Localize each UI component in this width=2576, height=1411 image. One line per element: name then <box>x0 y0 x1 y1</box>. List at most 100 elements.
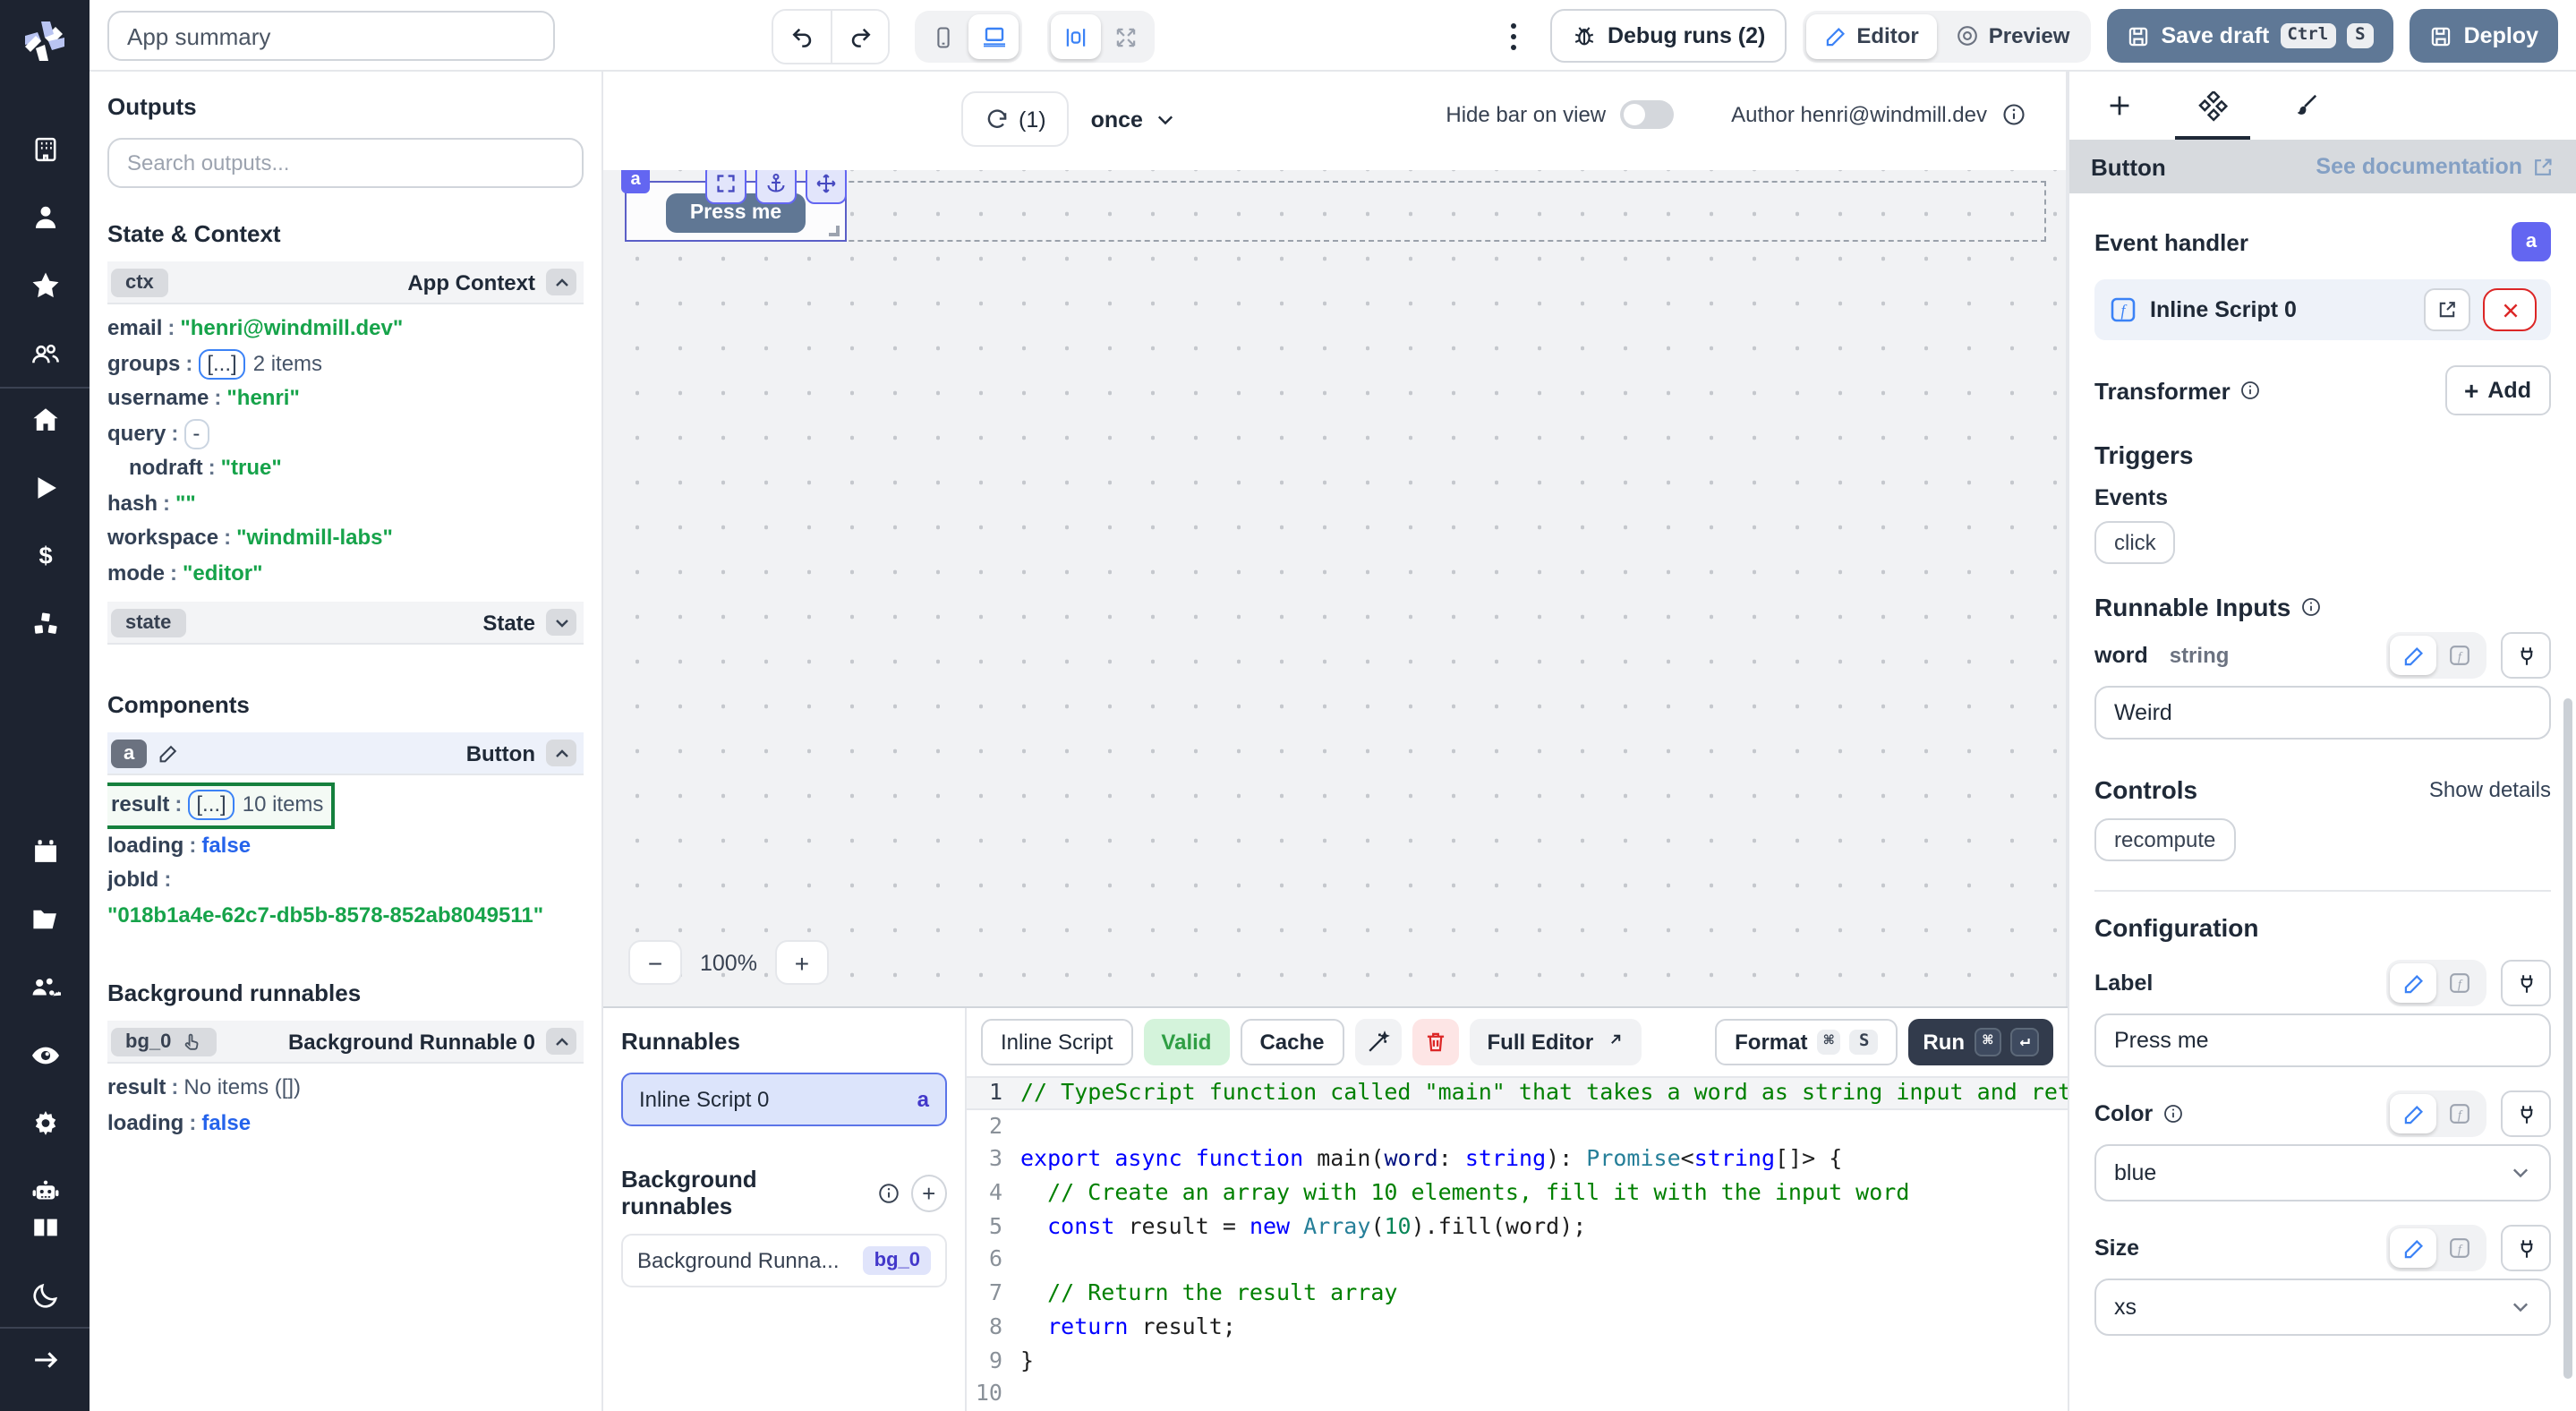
info-icon[interactable] <box>2239 380 2261 401</box>
ai-wand-button[interactable] <box>1355 1019 1402 1065</box>
bg0-header-row[interactable]: bg_0 Background Runnable 0 <box>107 1021 584 1064</box>
word-value-input[interactable] <box>2094 686 2551 740</box>
resize-handle[interactable] <box>829 226 840 236</box>
cache-button[interactable]: Cache <box>1240 1019 1343 1065</box>
settings-gear-icon[interactable] <box>0 1106 90 1142</box>
undo-button[interactable] <box>773 11 831 63</box>
more-options-kebab-menu[interactable] <box>1511 22 1516 49</box>
deploy-button[interactable]: Deploy <box>2410 9 2558 63</box>
variables-dollar-icon[interactable]: $ <box>0 538 90 574</box>
button-component-row[interactable]: a Button <box>107 732 584 775</box>
buildings-icon[interactable] <box>0 133 90 168</box>
see-documentation-link[interactable]: See documentation <box>2316 154 2555 179</box>
editor-tab[interactable]: Editor <box>1806 13 1936 58</box>
open-script-external-button[interactable] <box>2424 288 2470 331</box>
zoom-in-button[interactable]: + <box>775 940 829 985</box>
code-line[interactable]: 1// TypeScript function called "main" th… <box>967 1076 2068 1109</box>
robot-icon[interactable] <box>0 1174 90 1210</box>
static-pencil-icon[interactable] <box>2390 1094 2436 1133</box>
zoom-out-button[interactable]: − <box>628 940 682 985</box>
save-draft-button[interactable]: Save draft Ctrl S <box>2107 9 2393 63</box>
component-settings-tab[interactable] <box>2166 72 2259 140</box>
function-f-icon[interactable]: f <box>2436 963 2483 1003</box>
collapse-chevron-up-icon[interactable] <box>546 740 576 766</box>
hide-bar-toggle[interactable] <box>1620 100 1674 129</box>
connect-plug-icon[interactable] <box>2501 960 2551 1006</box>
static-pencil-icon[interactable] <box>2390 636 2436 675</box>
inline-script-tab[interactable]: Inline Script <box>981 1019 1132 1065</box>
code-line[interactable]: 4 // Create an array with 10 elements, f… <box>967 1176 2068 1210</box>
state-header-row[interactable]: state State <box>107 602 584 645</box>
code-line[interactable]: 6 <box>967 1244 2068 1277</box>
expand-component-button[interactable] <box>705 170 746 204</box>
monaco-code-editor[interactable]: 1// TypeScript function called "main" th… <box>967 1076 2068 1411</box>
move-component-button[interactable] <box>806 170 847 204</box>
expand-json-box[interactable]: - <box>183 418 209 449</box>
add-background-runnable-button[interactable]: + <box>910 1174 947 1211</box>
dark-mode-moon-icon[interactable] <box>0 1277 90 1313</box>
desktop-view-button[interactable] <box>968 14 1019 59</box>
folders-icon[interactable] <box>0 902 90 938</box>
control-chip[interactable]: recompute <box>2094 818 2235 861</box>
connect-plug-icon[interactable] <box>2501 632 2551 679</box>
insert-component-tab[interactable] <box>2073 72 2166 140</box>
mobile-view-button[interactable] <box>918 14 968 59</box>
format-button[interactable]: Format ⌘ S <box>1715 1019 1898 1065</box>
code-line[interactable]: 3export async function main(word: string… <box>967 1143 2068 1176</box>
star-icon[interactable] <box>0 269 90 304</box>
static-pencil-icon[interactable] <box>2390 963 2436 1003</box>
docs-book-icon[interactable] <box>0 1210 90 1245</box>
code-line[interactable]: 5 const result = new Array(10).fill(word… <box>967 1210 2068 1244</box>
audit-eye-icon[interactable] <box>0 1038 90 1073</box>
info-icon[interactable] <box>2299 596 2321 618</box>
function-f-icon[interactable]: f <box>2436 636 2483 675</box>
code-line[interactable]: 10 <box>967 1377 2068 1410</box>
code-line[interactable]: 9} <box>967 1344 2068 1377</box>
worker-group-icon[interactable] <box>0 971 90 1006</box>
event-chip[interactable]: click <box>2094 521 2176 564</box>
windmill-logo-icon[interactable] <box>18 14 72 68</box>
runs-play-icon[interactable] <box>0 470 90 506</box>
collapse-chevron-up-icon[interactable] <box>546 269 576 295</box>
event-handler-script-row[interactable]: f Inline Script 0 <box>2094 279 2551 340</box>
user-icon[interactable] <box>0 201 90 236</box>
collapse-chevron-up-icon[interactable] <box>546 1028 576 1055</box>
anchor-component-button[interactable] <box>755 170 797 204</box>
preview-tab[interactable]: Preview <box>1937 13 2088 58</box>
schedules-calendar-icon[interactable] <box>0 834 90 870</box>
size-select[interactable]: xs <box>2094 1278 2551 1336</box>
redo-button[interactable] <box>831 11 888 63</box>
home-icon[interactable] <box>0 402 90 438</box>
connect-plug-icon[interactable] <box>2501 1225 2551 1271</box>
function-f-icon[interactable]: f <box>2436 1094 2483 1133</box>
selected-component-a[interactable]: a Press me <box>625 181 847 242</box>
expand-json-box[interactable]: [...] <box>198 348 245 379</box>
info-icon[interactable] <box>2001 102 2026 127</box>
show-details-link[interactable]: Show details <box>2429 777 2551 802</box>
info-icon[interactable] <box>876 1181 900 1204</box>
color-select[interactable]: blue <box>2094 1144 2551 1201</box>
info-icon[interactable] <box>2162 1103 2183 1125</box>
edit-id-pencil-icon[interactable] <box>158 742 179 764</box>
expand-chevron-down-icon[interactable] <box>546 609 576 636</box>
inspector-scrollbar[interactable] <box>2563 698 2572 1379</box>
code-line[interactable]: 2 <box>967 1109 2068 1142</box>
ctx-header-row[interactable]: ctx App Context <box>107 261 584 304</box>
search-outputs-input[interactable] <box>107 138 584 188</box>
expand-sidebar-arrow-icon[interactable] <box>0 1343 90 1379</box>
run-mode-select[interactable]: once <box>1091 107 1177 132</box>
run-button[interactable]: Run ⌘ ↵ <box>1908 1019 2053 1065</box>
code-line[interactable]: 7 // Return the result array <box>967 1277 2068 1310</box>
app-summary-input[interactable] <box>107 11 555 61</box>
refresh-runnables-button[interactable]: (1) <box>961 91 1070 147</box>
resources-cubes-icon[interactable] <box>0 605 90 641</box>
expand-json-box[interactable]: [...] <box>187 791 235 821</box>
delete-script-button[interactable] <box>1412 1019 1459 1065</box>
connect-plug-icon[interactable] <box>2501 1090 2551 1137</box>
centered-layout-button[interactable] <box>1051 14 1101 59</box>
runnable-inline-script-0[interactable]: Inline Script 0 a <box>621 1073 947 1126</box>
remove-script-button[interactable] <box>2483 288 2537 331</box>
function-f-icon[interactable]: f <box>2436 1228 2483 1268</box>
static-pencil-icon[interactable] <box>2390 1228 2436 1268</box>
add-transformer-button[interactable]: +Add <box>2444 365 2551 415</box>
